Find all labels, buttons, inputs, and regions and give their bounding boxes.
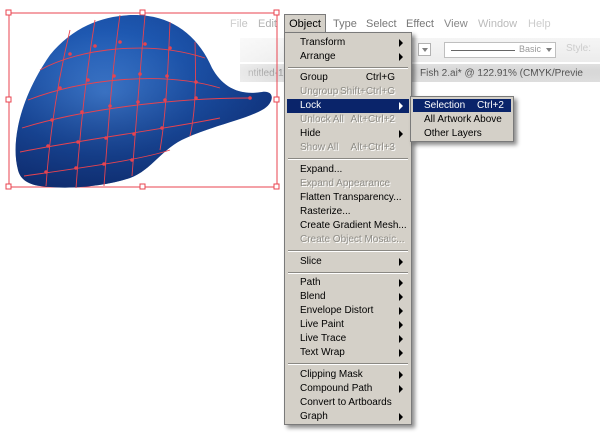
menu-item-label: Group (300, 72, 328, 83)
menu-item-blend[interactable]: Blend (287, 290, 409, 304)
submenu-arrow-icon (399, 349, 403, 357)
menu-separator (288, 158, 408, 160)
submenu-item-label: All Artwork Above (424, 114, 502, 125)
menu-item-label: Ungroup (300, 86, 339, 97)
menu-item-label: Graph (300, 411, 328, 422)
menu-item-convert-to-artboards[interactable]: Convert to Artboards (287, 396, 409, 410)
submenu-item-other-layers[interactable]: Other Layers (413, 127, 511, 140)
lock-submenu: Selection Ctrl+2 All Artwork Above Other … (410, 96, 514, 142)
style-label: Style: (566, 43, 592, 54)
submenu-arrow-icon (399, 335, 403, 343)
submenu-item-all-artwork-above[interactable]: All Artwork Above (413, 113, 511, 126)
menu-item-lock[interactable]: Lock (287, 99, 409, 113)
submenu-item-label: Other Layers (424, 128, 482, 139)
menu-item-graph[interactable]: Graph (287, 410, 409, 424)
menu-item-arrange[interactable]: Arrange (287, 50, 409, 64)
dropdown-arrow-icon[interactable] (418, 43, 431, 56)
menu-item-expand[interactable]: Expand... (287, 163, 409, 177)
menu-item-label: Transform (300, 37, 346, 48)
menu-item-label: Unlock All (300, 114, 344, 125)
menu-item-shortcut: Alt+Ctrl+2 (350, 114, 395, 125)
menu-item-label: Hide (300, 128, 321, 139)
menu-item-label: Create Gradient Mesh... (300, 220, 407, 231)
fish-body-shade (15, 15, 272, 188)
submenu-arrow-icon (399, 293, 403, 301)
menu-item-live-trace[interactable]: Live Trace (287, 332, 409, 346)
menu-view[interactable]: View (444, 14, 468, 34)
menu-item-label: Live Paint (300, 319, 344, 330)
menu-item-path[interactable]: Path (287, 276, 409, 290)
menu-item-live-paint[interactable]: Live Paint (287, 318, 409, 332)
menu-item-label: Show All (300, 142, 339, 153)
submenu-item-label: Selection (424, 100, 466, 111)
menu-item-label: Slice (300, 256, 322, 267)
submenu-arrow-icon (399, 321, 403, 329)
submenu-arrow-icon (399, 39, 403, 47)
menu-type[interactable]: Type (333, 14, 357, 34)
menu-item-create-gradient-mesh[interactable]: Create Gradient Mesh... (287, 219, 409, 233)
menu-object[interactable]: Object (284, 14, 326, 34)
menu-item-shortcut: Shift+Ctrl+G (339, 86, 395, 97)
submenu-arrow-icon (399, 53, 403, 61)
menu-item-label: Live Trace (300, 333, 347, 344)
menu-item-expand-appearance: Expand Appearance (287, 177, 409, 191)
stroke-style-picker[interactable]: Basic (444, 42, 556, 58)
menu-item-clipping-mask[interactable]: Clipping Mask (287, 368, 409, 382)
menu-item-envelope-distort[interactable]: Envelope Distort (287, 304, 409, 318)
submenu-arrow-icon (399, 130, 403, 138)
menu-item-hide[interactable]: Hide (287, 127, 409, 141)
menu-item-label: Compound Path (300, 383, 373, 394)
menu-separator (288, 250, 408, 252)
menu-item-label: Blend (300, 291, 326, 302)
menu-item-compound-path[interactable]: Compound Path (287, 382, 409, 396)
menu-item-label: Clipping Mask (300, 369, 363, 380)
submenu-arrow-icon (399, 385, 403, 393)
menu-separator (288, 363, 408, 365)
menu-item-label: Lock (300, 100, 322, 111)
menu-item-label: Expand Appearance (300, 178, 391, 189)
submenu-arrow-icon (399, 371, 403, 379)
submenu-item-shortcut: Ctrl+2 (477, 100, 504, 111)
menu-item-shortcut: Ctrl+G (365, 72, 395, 83)
menu-separator (288, 272, 408, 274)
menu-item-transform[interactable]: Transform (287, 36, 409, 50)
menu-item-label: Expand... (300, 164, 343, 175)
submenu-arrow-icon (399, 413, 403, 421)
menu-item-text-wrap[interactable]: Text Wrap (287, 346, 409, 360)
menu-item-shortcut: Alt+Ctrl+3 (350, 142, 395, 153)
menu-separator (288, 67, 408, 69)
menu-effect[interactable]: Effect (406, 14, 434, 34)
menu-help[interactable]: Help (528, 14, 551, 34)
submenu-arrow-icon (399, 307, 403, 315)
menu-item-label: Flatten Transparency... (300, 192, 402, 203)
menu-item-flatten-transparency[interactable]: Flatten Transparency... (287, 191, 409, 205)
menu-select[interactable]: Select (366, 14, 397, 34)
menu-item-unlock-all: Unlock All Alt+Ctrl+2 (287, 113, 409, 127)
menu-item-label: Convert to Artboards (300, 397, 392, 408)
menu-item-label: Arrange (300, 51, 336, 62)
menu-item-group[interactable]: Group Ctrl+G (287, 71, 409, 85)
stroke-style-label: Basic (518, 44, 541, 54)
menu-window[interactable]: Window (478, 14, 517, 34)
menu-item-label: Rasterize... (300, 206, 351, 217)
menu-item-show-all: Show All Alt+Ctrl+3 (287, 141, 409, 155)
mesh-artwork[interactable] (0, 0, 300, 200)
stroke-preview (451, 50, 515, 51)
submenu-arrow-icon (399, 258, 403, 266)
submenu-arrow-icon (399, 102, 403, 110)
menu-item-rasterize[interactable]: Rasterize... (287, 205, 409, 219)
tab-fish-document[interactable]: Fish 2.ai* @ 122.91% (CMYK/Previe (416, 66, 583, 82)
dropdown-arrow-icon (546, 48, 552, 52)
menu-item-label: Create Object Mosaic... (300, 234, 405, 245)
menu-item-slice[interactable]: Slice (287, 255, 409, 269)
object-menu-dropdown: Transform Arrange Group Ctrl+G Ungroup Shi… (284, 32, 412, 425)
submenu-arrow-icon (399, 279, 403, 287)
submenu-item-selection[interactable]: Selection Ctrl+2 (413, 99, 511, 112)
menu-item-ungroup: Ungroup Shift+Ctrl+G (287, 85, 409, 99)
menu-item-label: Envelope Distort (300, 305, 374, 316)
menu-item-create-object-mosaic: Create Object Mosaic... (287, 233, 409, 247)
menu-item-label: Path (300, 277, 321, 288)
menu-item-label: Text Wrap (300, 347, 345, 358)
